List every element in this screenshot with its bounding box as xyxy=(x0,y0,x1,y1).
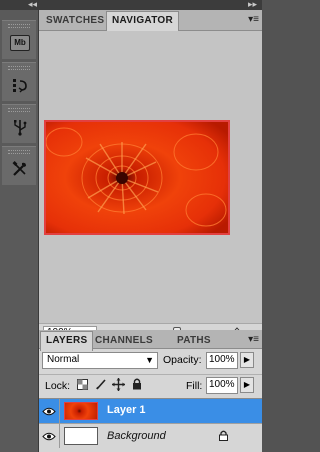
history-button[interactable] xyxy=(9,75,31,95)
mini-bridge-icon: Mb xyxy=(10,35,30,51)
eye-icon xyxy=(42,432,56,440)
layers-panel: LAYERS CHANNELS PATHS ▾≡ Normal ▼ Opacit… xyxy=(39,330,262,452)
opacity-input[interactable]: 100% xyxy=(206,352,238,369)
history-icon xyxy=(13,79,27,93)
layers-tab-bar: LAYERS CHANNELS PATHS ▾≡ xyxy=(39,330,262,351)
navigator-preview-area xyxy=(39,31,262,323)
tool-group xyxy=(2,62,36,101)
opacity-arrow-button[interactable]: ▶ xyxy=(240,352,254,368)
layer-name[interactable]: Layer 1 xyxy=(107,404,146,416)
fill-label: Fill: xyxy=(186,380,203,392)
lock-position-icon[interactable] xyxy=(112,378,125,391)
visibility-toggle[interactable] xyxy=(39,424,60,448)
eye-icon xyxy=(42,407,56,415)
chevron-right-icon: ▶ xyxy=(243,355,251,364)
tab-channels[interactable]: CHANNELS xyxy=(90,332,158,349)
chevron-down-icon: ▼ xyxy=(145,355,154,365)
grip-handle[interactable] xyxy=(8,24,30,28)
layer-lock-icon xyxy=(219,430,228,441)
collapse-left-icon[interactable]: ◂◂ xyxy=(28,0,37,9)
grip-handle[interactable] xyxy=(8,150,30,154)
panel-menu-icon[interactable]: ▾≡ xyxy=(248,14,259,25)
layer-thumbnail xyxy=(64,427,98,445)
panel-dock-top-bar: ◂◂ ▸▸ xyxy=(0,0,262,10)
lock-image-pixels-icon[interactable] xyxy=(95,378,107,390)
layer-row-layer-1[interactable]: Layer 1 xyxy=(39,398,262,423)
collapsed-panel-icons: Mb xyxy=(0,10,39,452)
tool-group xyxy=(2,146,36,185)
tool-group xyxy=(2,104,36,143)
lock-all-icon[interactable] xyxy=(132,378,142,390)
layer-thumbnail xyxy=(64,402,98,420)
layer-name[interactable]: Background xyxy=(107,430,166,442)
grip-handle[interactable] xyxy=(8,108,30,112)
visibility-toggle[interactable] xyxy=(39,399,60,423)
fill-arrow-button[interactable]: ▶ xyxy=(240,377,254,393)
fill-input[interactable]: 100% xyxy=(206,377,238,394)
panel-menu-icon[interactable]: ▾≡ xyxy=(248,334,259,345)
device-button[interactable] xyxy=(9,117,31,137)
tab-layers[interactable]: LAYERS xyxy=(40,331,94,351)
navigator-tab-bar: SWATCHES NAVIGATOR ▾≡ xyxy=(39,10,262,31)
blend-mode-value: Normal xyxy=(47,354,80,365)
tab-paths[interactable]: PATHS xyxy=(172,332,216,349)
tab-navigator[interactable]: NAVIGATOR xyxy=(106,11,180,31)
tool-group: Mb xyxy=(2,20,36,59)
blend-mode-select[interactable]: Normal ▼ xyxy=(42,352,158,369)
grip-handle[interactable] xyxy=(8,66,30,70)
flower-image xyxy=(46,122,228,233)
usb-icon xyxy=(14,120,27,136)
collapse-right-icon[interactable]: ▸▸ xyxy=(248,0,257,9)
chevron-right-icon: ▶ xyxy=(243,380,251,389)
wrench-screwdriver-icon xyxy=(12,161,26,176)
layer-row-background[interactable]: Background xyxy=(39,423,262,448)
lock-transparent-pixels-icon[interactable] xyxy=(77,379,88,390)
lock-label: Lock: xyxy=(45,380,71,392)
tools-button[interactable] xyxy=(9,159,31,179)
tab-swatches[interactable]: SWATCHES xyxy=(41,12,109,29)
navigator-thumbnail[interactable] xyxy=(44,120,230,235)
navigator-panel: SWATCHES NAVIGATOR ▾≡ xyxy=(39,10,262,341)
opacity-label: Opacity: xyxy=(163,354,202,366)
mini-bridge-button[interactable]: Mb xyxy=(9,33,31,53)
